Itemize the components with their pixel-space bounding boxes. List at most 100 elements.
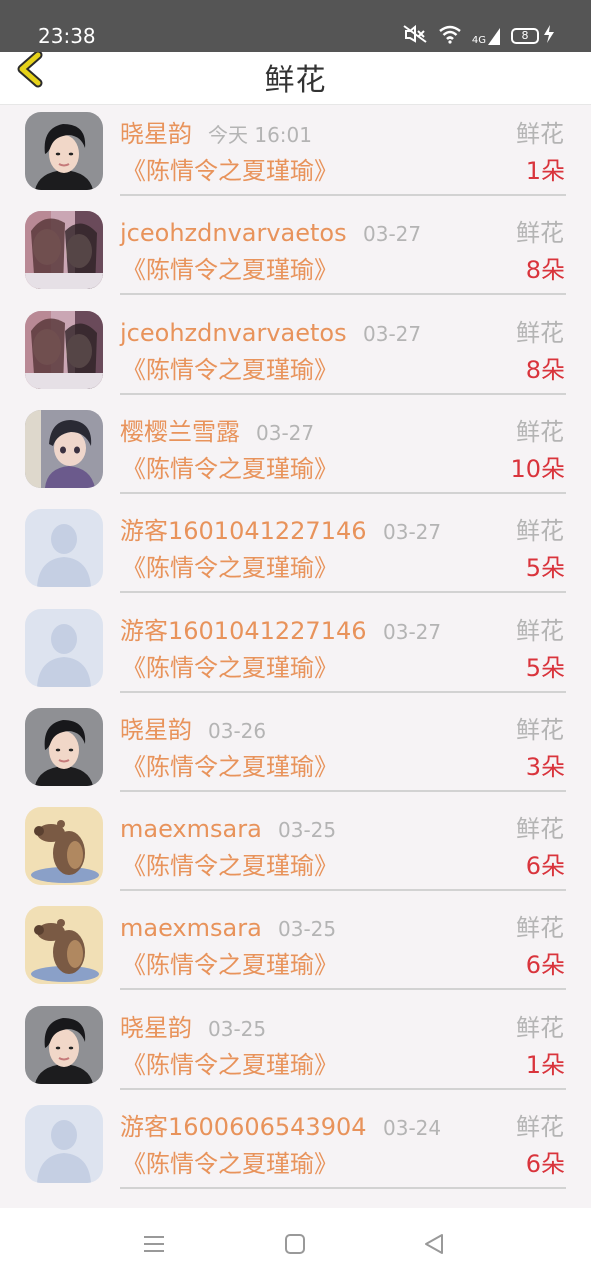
user-name[interactable]: 游客1601041227146 xyxy=(120,515,367,547)
gift-time: 03-27 xyxy=(363,222,422,246)
gift-time: 03-25 xyxy=(278,818,337,842)
gift-time: 03-25 xyxy=(278,917,337,941)
avatar[interactable] xyxy=(25,1006,103,1084)
list-item[interactable]: 樱樱兰雪露 03-27 鲜花《陈情令之夏瑾瑜》 10朵 xyxy=(0,403,591,502)
app-header: 鲜花 xyxy=(0,50,591,105)
avatar[interactable] xyxy=(25,609,103,687)
book-title-link[interactable]: 《陈情令之夏瑾瑜》 xyxy=(122,1148,338,1180)
row-divider xyxy=(120,790,566,792)
book-title-link[interactable]: 《陈情令之夏瑾瑜》 xyxy=(122,453,338,485)
gift-type: 鲜花 xyxy=(516,319,564,347)
mute-icon xyxy=(402,24,428,48)
list-item[interactable]: maexmsara 03-25 鲜花《陈情令之夏瑾瑜》 6朵 xyxy=(0,899,591,998)
battery-level: 8 xyxy=(521,29,529,42)
row-divider xyxy=(120,194,566,196)
row-divider xyxy=(120,691,566,693)
flower-count: 6朵 xyxy=(525,951,565,979)
user-name[interactable]: 樱樱兰雪露 xyxy=(120,416,240,448)
gift-time: 03-25 xyxy=(208,1017,267,1041)
gift-type: 鲜花 xyxy=(516,219,564,247)
list-item[interactable]: 游客1601041227146 03-27 鲜花《陈情令之夏瑾瑜》 5朵 xyxy=(0,502,591,601)
row-divider xyxy=(120,492,566,494)
avatar[interactable] xyxy=(25,211,103,289)
system-nav-bar xyxy=(0,1208,591,1280)
status-bar: 23:38 4G 8 xyxy=(0,0,591,52)
book-title-link[interactable]: 《陈情令之夏瑾瑜》 xyxy=(122,652,338,684)
avatar[interactable] xyxy=(25,410,103,488)
user-name[interactable]: 晓星韵 xyxy=(120,1012,192,1044)
row-divider xyxy=(120,293,566,295)
back-triangle-icon[interactable] xyxy=(422,1232,450,1256)
row-divider xyxy=(120,591,566,593)
user-name[interactable]: maexmsara xyxy=(120,912,262,944)
flower-count: 6朵 xyxy=(525,1150,565,1178)
wifi-icon xyxy=(438,24,462,48)
flower-count: 5朵 xyxy=(525,554,565,582)
flower-record-list: 晓星韵 今天 16:01 鲜花 《陈情令之夏瑾瑜》 1朵 jceohzdnvarvaeto… xyxy=(0,105,591,1208)
avatar[interactable] xyxy=(25,1105,103,1183)
flower-count: 1朵 xyxy=(525,1051,565,1079)
list-item[interactable]: 晓星韵 今天 16:01 鲜花《陈情令之夏瑾瑜》 1朵 xyxy=(0,105,591,204)
gift-type: 鲜花 xyxy=(516,914,564,942)
list-item[interactable]: jceohzdnvarvaetos 03-27 鲜花《陈情令之夏瑾瑜》 8朵 xyxy=(0,304,591,403)
gift-type: 鲜花 xyxy=(516,815,564,843)
list-item[interactable]: 晓星韵 03-25 鲜花《陈情令之夏瑾瑜》 1朵 xyxy=(0,999,591,1098)
avatar[interactable] xyxy=(25,906,103,984)
user-name[interactable]: 晓星韵 xyxy=(120,118,192,150)
book-title-link[interactable]: 《陈情令之夏瑾瑜》 xyxy=(122,949,338,981)
book-title-link[interactable]: 《陈情令之夏瑾瑜》 xyxy=(122,155,338,187)
user-name[interactable]: 晓星韵 xyxy=(120,714,192,746)
gift-time: 03-24 xyxy=(383,1116,442,1140)
gift-type: 鲜花 xyxy=(516,120,564,148)
book-title-link[interactable]: 《陈情令之夏瑾瑜》 xyxy=(122,254,338,286)
avatar[interactable] xyxy=(25,509,103,587)
charging-icon xyxy=(543,24,555,48)
book-title-link[interactable]: 《陈情令之夏瑾瑜》 xyxy=(122,751,338,783)
avatar[interactable] xyxy=(25,311,103,389)
gift-time: 03-26 xyxy=(208,719,267,743)
gift-type: 鲜花 xyxy=(516,1014,564,1042)
flower-count: 10朵 xyxy=(510,455,565,483)
menu-icon[interactable] xyxy=(142,1232,170,1256)
flower-count: 5朵 xyxy=(525,654,565,682)
list-item[interactable]: 游客1601041227146 03-27 鲜花 《陈情令之夏瑾瑜》 5朵 xyxy=(0,602,591,701)
gift-type: 鲜花 xyxy=(516,617,564,645)
user-name[interactable]: maexmsara xyxy=(120,813,262,845)
list-item[interactable]: 游客1600606543904 03-24 鲜花《陈情令之夏瑾瑜》 6朵 xyxy=(0,1098,591,1197)
gift-time: 今天 16:01 xyxy=(208,123,312,147)
gift-time: 03-27 xyxy=(256,421,315,445)
page-title: 鲜花 xyxy=(264,63,327,98)
avatar[interactable] xyxy=(25,112,103,190)
flower-count: 1朵 xyxy=(525,157,565,185)
list-item[interactable]: jceohzdnvarvaetos 03-27 鲜花《陈情令之夏瑾瑜》 8朵 xyxy=(0,204,591,303)
book-title-link[interactable]: 《陈情令之夏瑾瑜》 xyxy=(122,850,338,882)
row-divider xyxy=(120,988,566,990)
gift-type: 鲜花 xyxy=(516,1113,564,1141)
row-divider xyxy=(120,1088,566,1090)
battery-icon: 8 xyxy=(511,28,539,44)
book-title-link[interactable]: 《陈情令之夏瑾瑜》 xyxy=(122,354,338,386)
flower-count: 8朵 xyxy=(525,256,565,284)
gift-type: 鲜花 xyxy=(516,517,564,545)
book-title-link[interactable]: 《陈情令之夏瑾瑜》 xyxy=(122,1049,338,1081)
list-item[interactable]: maexmsara 03-25 鲜花《陈情令之夏瑾瑜》 6朵 xyxy=(0,800,591,899)
home-square-icon[interactable] xyxy=(283,1232,311,1256)
avatar[interactable] xyxy=(25,708,103,786)
row-divider xyxy=(120,889,566,891)
row-divider xyxy=(120,1187,566,1189)
user-name[interactable]: jceohzdnvarvaetos xyxy=(120,317,347,349)
flower-count: 3朵 xyxy=(525,753,565,781)
gift-type: 鲜花 xyxy=(516,418,564,446)
flower-count: 8朵 xyxy=(525,356,565,384)
avatar[interactable] xyxy=(25,807,103,885)
user-name[interactable]: 游客1600606543904 xyxy=(120,1111,367,1143)
signal-icon: 4G xyxy=(472,26,501,46)
user-name[interactable]: 游客1601041227146 xyxy=(120,615,367,647)
gift-time: 03-27 xyxy=(383,520,442,544)
gift-time: 03-27 xyxy=(363,322,422,346)
list-item[interactable]: 晓星韵 03-26 鲜花 《陈情令之夏瑾瑜》 3朵 xyxy=(0,701,591,800)
flower-count: 6朵 xyxy=(525,852,565,880)
row-divider xyxy=(120,393,566,395)
book-title-link[interactable]: 《陈情令之夏瑾瑜》 xyxy=(122,552,338,584)
user-name[interactable]: jceohzdnvarvaetos xyxy=(120,217,347,249)
